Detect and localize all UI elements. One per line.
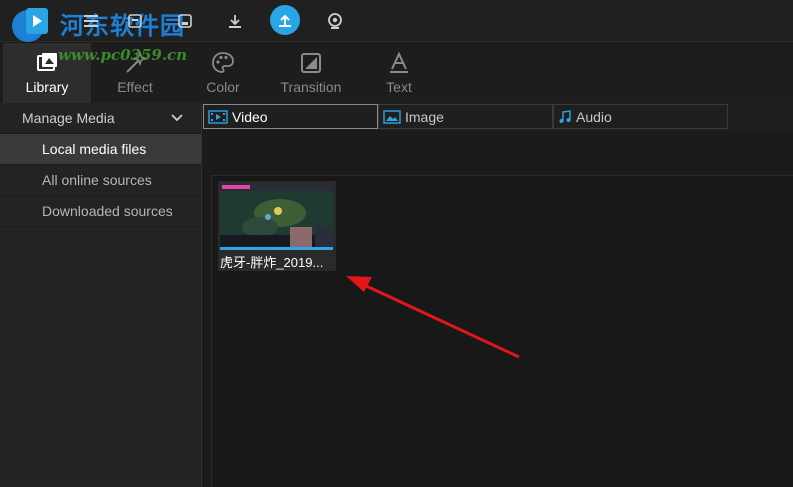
manage-media-header[interactable]: Manage Media [0, 103, 201, 134]
film-icon [208, 109, 228, 124]
tab-label: Color [206, 79, 240, 95]
library-icon [37, 53, 57, 71]
media-library-area: 虎牙-胖炸_2019... [211, 175, 793, 487]
tab-transition[interactable]: Transition [267, 43, 355, 103]
tab-image[interactable]: Image [378, 104, 553, 129]
record-icon[interactable] [322, 8, 348, 34]
import-icon[interactable] [222, 8, 248, 34]
media-clip[interactable]: 虎牙-胖炸_2019... [218, 181, 336, 271]
chevron-down-icon [171, 114, 183, 122]
tab-label: Effect [117, 79, 153, 95]
manage-media-label: Manage Media [22, 110, 115, 126]
tab-video-label: Video [232, 108, 268, 125]
color-palette-icon [212, 52, 234, 73]
top-toolbar: 河东软件园 [0, 0, 793, 42]
media-type-tabs: Video Image Audio [203, 103, 793, 130]
menu-icon[interactable] [78, 8, 104, 34]
clip-thumbnail [220, 183, 333, 247]
tab-color[interactable]: Color [179, 43, 267, 103]
tab-label: Library [25, 79, 69, 95]
clip-progress-bar [220, 247, 333, 250]
tab-text[interactable]: Text [355, 43, 443, 103]
save-project-icon[interactable] [172, 8, 198, 34]
sidebar-item-local-media[interactable]: Local media files [0, 134, 201, 165]
watermark-url: www.pc0359.cn [58, 46, 188, 64]
export-icon[interactable] [270, 5, 300, 35]
tab-label: Text [386, 79, 412, 95]
image-icon [383, 109, 401, 124]
transition-icon [301, 53, 321, 73]
sidebar-item-online-sources[interactable]: All online sources [0, 165, 201, 196]
tab-image-label: Image [405, 108, 444, 125]
media-sidebar: Manage Media Local media files All onlin… [0, 103, 202, 487]
tab-audio-label: Audio [576, 108, 612, 125]
sidebar-item-downloaded-sources[interactable]: Downloaded sources [0, 196, 201, 227]
open-project-icon[interactable] [122, 8, 148, 34]
tab-label: Transition [280, 79, 342, 95]
clip-name: 虎牙-胖炸_2019... [220, 255, 324, 270]
app-logo-icon [12, 8, 48, 42]
tab-video[interactable]: Video [203, 104, 378, 129]
tab-audio[interactable]: Audio [553, 104, 728, 129]
text-icon [390, 51, 408, 73]
music-note-icon [559, 109, 571, 123]
